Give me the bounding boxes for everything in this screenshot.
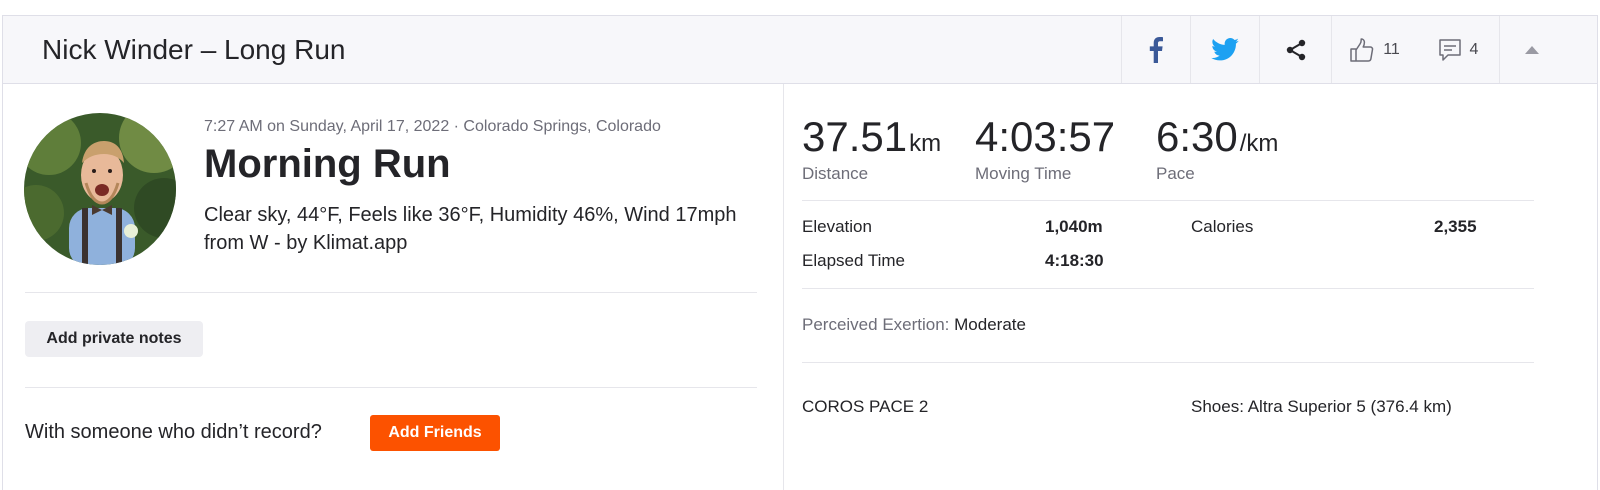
calories-label: Calories [1191,217,1254,236]
shoes-info[interactable]: Shoes: Altra Superior 5 (376.4 km) [1191,397,1452,417]
pace-label: Pace [1156,164,1195,183]
page-title: Nick Winder – Long Run [42,34,346,65]
chevron-up-icon [1524,46,1539,54]
activity-header: Nick Winder – Long Run 11 4 [3,16,1597,84]
add-private-notes-button[interactable]: Add private notes [25,321,203,357]
facebook-share-button[interactable] [1121,16,1190,83]
moving-time-label: Moving Time [975,164,1072,183]
pace-unit: /km [1239,130,1279,157]
friends-prompt: With someone who didn’t record? [25,421,322,443]
stat-moving-time: 4:03:57 Moving Time [975,112,1115,184]
perceived-exertion-value: Moderate [954,315,1026,334]
perceived-exertion: Perceived Exertion: Moderate [802,315,1026,335]
twitter-share-button[interactable] [1190,16,1259,83]
activity-meta: 7:27 AM on Sunday, April 17, 2022 · Colo… [204,118,661,135]
kudos-count: 11 [1383,40,1400,58]
facebook-icon [1149,36,1163,63]
perceived-exertion-label: Perceived Exertion: [802,315,950,334]
activity-description: Clear sky, 44°F, Feels like 36°F, Humidi… [204,204,737,254]
kudos-button[interactable]: 11 [1331,16,1417,83]
distance-label: Distance [802,164,869,183]
pace-value: 6:30 [1156,113,1238,160]
comments-button[interactable]: 4 [1417,16,1499,83]
column-divider [783,84,784,490]
elevation-value: 1,040m [1045,217,1103,236]
twitter-icon [1211,38,1239,61]
comment-count: 4 [1469,40,1479,58]
elapsed-time-label: Elapsed Time [802,251,905,270]
stat-pace: 6:30/km Pace [1156,112,1278,184]
avatar[interactable] [24,113,176,265]
distance-unit: km [909,130,942,157]
divider [802,288,1534,289]
stat-distance: 37.51km Distance [802,112,941,184]
divider [802,200,1534,201]
athlete-photo [24,113,176,265]
device-name: COROS PACE 2 [802,397,929,416]
add-friends-button[interactable]: Add Friends [370,415,500,451]
moving-time-value: 4:03:57 [975,113,1116,160]
activity-title: Morning Run [204,142,451,186]
comment-icon [1438,38,1461,61]
collapse-button[interactable] [1499,16,1563,83]
divider [25,387,757,388]
divider [25,292,757,293]
distance-value: 37.51 [802,113,908,160]
elapsed-time-value: 4:18:30 [1045,251,1104,270]
divider [802,362,1534,363]
elevation-label: Elevation [802,217,872,236]
share-button[interactable] [1259,16,1331,83]
share-icon [1286,39,1305,60]
thumbs-up-icon [1350,37,1374,62]
calories-value: 2,355 [1434,217,1477,236]
